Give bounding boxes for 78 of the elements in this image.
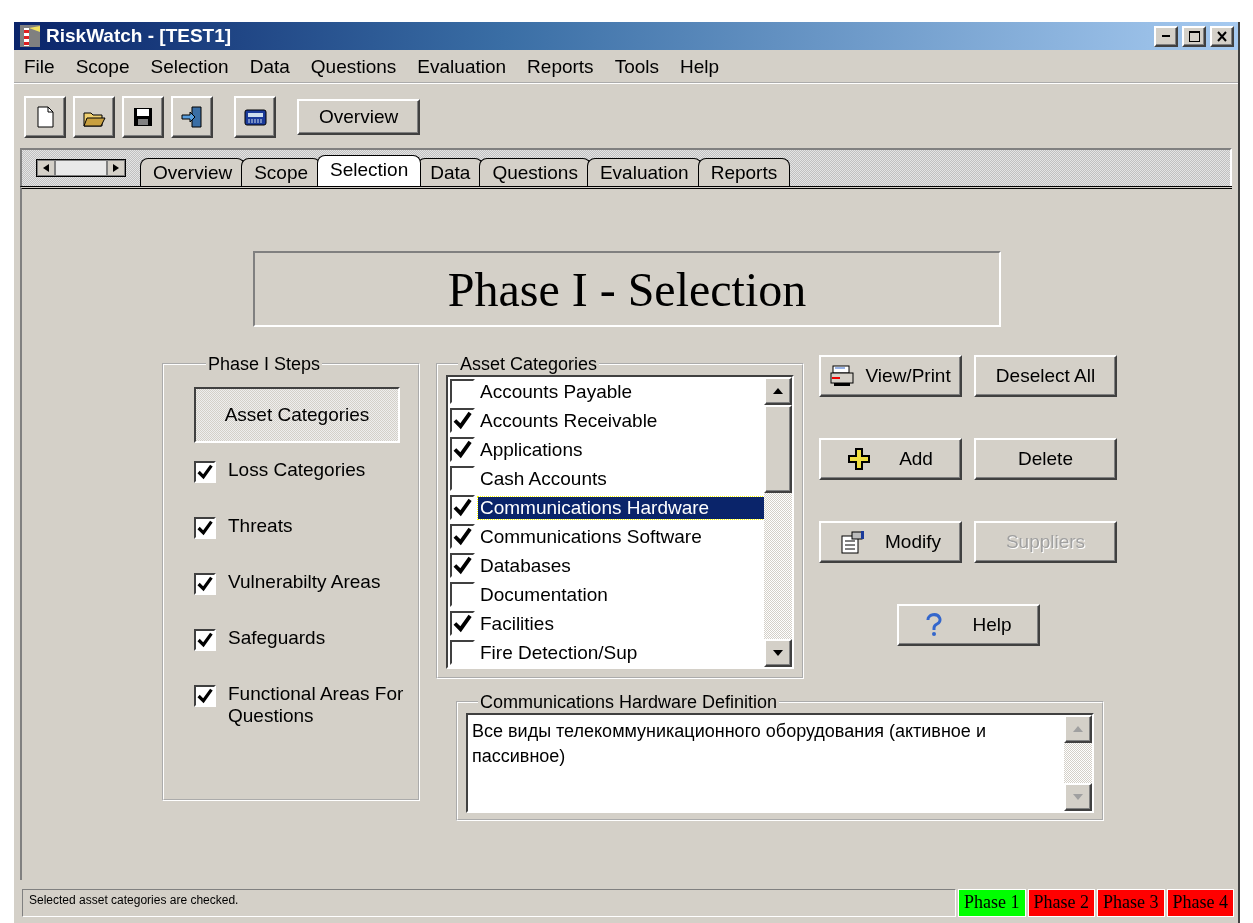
list-item[interactable]: Facilities <box>478 612 554 635</box>
tab-scroller[interactable] <box>36 159 126 177</box>
menu-item[interactable]: File <box>24 56 55 78</box>
minimize-icon <box>1162 35 1170 37</box>
checkbox[interactable] <box>194 629 216 651</box>
step-label: Loss Categories <box>228 459 367 481</box>
tab[interactable]: Reports <box>697 158 791 186</box>
list-item[interactable]: Documentation <box>478 583 608 606</box>
step-label: Functional Areas For Questions <box>228 683 405 727</box>
plus-icon <box>848 448 871 470</box>
status-message: Selected asset categories are checked. <box>22 889 956 917</box>
group-label: Communications Hardware Definition <box>479 693 779 711</box>
minimize-button[interactable] <box>1154 25 1178 47</box>
action-button[interactable]: Modify <box>819 521 962 563</box>
checkbox[interactable] <box>450 495 475 520</box>
checkbox[interactable] <box>194 461 216 483</box>
window-title: RiskWatch - [TEST1] <box>46 25 233 47</box>
checkbox[interactable] <box>194 685 216 707</box>
asset-categories-button[interactable]: Asset Categories <box>194 387 400 443</box>
maximize-icon <box>1188 30 1200 42</box>
action-button[interactable]: Deselect All <box>974 355 1117 397</box>
list-item[interactable]: Cash Accounts <box>478 467 607 490</box>
list-item[interactable]: Databases <box>478 554 571 577</box>
list-item[interactable]: Accounts Receivable <box>478 409 658 432</box>
overview-button[interactable]: Overview <box>297 99 421 135</box>
menu-item[interactable]: Selection <box>150 56 229 78</box>
door-exit-icon <box>180 105 204 129</box>
up-arrow-icon <box>1072 724 1084 734</box>
close-icon <box>1217 30 1227 42</box>
tab[interactable]: Selection <box>317 155 422 186</box>
scrollbar[interactable] <box>764 377 792 667</box>
list-item[interactable]: Communications Hardware <box>478 496 764 519</box>
tab[interactable]: Questions <box>479 158 591 186</box>
checkbox[interactable] <box>194 573 216 595</box>
up-arrow-icon <box>772 386 784 396</box>
menu-item[interactable]: Reports <box>527 56 594 78</box>
menu-item[interactable]: Scope <box>75 56 130 78</box>
down-arrow-icon <box>1072 792 1084 802</box>
step-label: Safeguards <box>228 627 327 649</box>
definition-field[interactable]: Все виды телекоммуникационного оборудования (активное и пассивное) <box>466 713 1094 813</box>
menu-item[interactable]: Help <box>680 56 720 78</box>
left-arrow-icon <box>43 164 49 172</box>
group-label: Asset Categories <box>459 355 599 373</box>
page-heading: Phase I - Selection <box>253 251 1001 327</box>
printer-icon <box>830 365 855 387</box>
toolbar-button[interactable] <box>171 96 213 138</box>
toolbar-button[interactable] <box>24 96 66 138</box>
menu-item[interactable]: Tools <box>614 56 659 78</box>
step-label: Threats <box>228 515 294 537</box>
tab[interactable]: Evaluation <box>586 158 702 186</box>
help-button[interactable]: Help <box>896 604 1040 646</box>
list-item[interactable]: Accounts Payable <box>478 380 633 403</box>
menu-item[interactable]: Data <box>249 56 290 78</box>
checkbox[interactable] <box>194 517 216 539</box>
action-button[interactable]: Delete <box>974 438 1117 480</box>
step-label: Vulnerabilty Areas <box>228 571 382 593</box>
close-button[interactable] <box>1210 25 1234 47</box>
menu-item[interactable]: Evaluation <box>417 56 507 78</box>
down-arrow-icon <box>772 648 784 658</box>
menu-item[interactable]: Questions <box>310 56 397 78</box>
phase-indicator: Phase 3 <box>1097 889 1165 917</box>
action-button[interactable]: View/Print <box>819 355 962 397</box>
phase-indicator: Phase 2 <box>1027 889 1095 917</box>
toolbar-button[interactable] <box>122 96 164 138</box>
save-icon <box>131 105 155 129</box>
right-arrow-icon <box>113 164 119 172</box>
app-icon <box>18 24 42 48</box>
toolbar-button[interactable] <box>234 96 276 138</box>
list-item[interactable]: Applications <box>478 438 583 461</box>
list-item[interactable]: Fire Detection/Sup <box>478 641 638 664</box>
phase-indicator: Phase 1 <box>958 889 1026 917</box>
group-label: Phase I Steps <box>207 355 322 373</box>
maximize-button[interactable] <box>1182 25 1206 47</box>
list-item[interactable]: Communications Software <box>478 525 702 548</box>
toolbar-button[interactable] <box>73 96 115 138</box>
form-icon <box>840 530 864 554</box>
phase-indicator: Phase 4 <box>1166 889 1234 917</box>
action-button[interactable]: Add <box>819 438 962 480</box>
